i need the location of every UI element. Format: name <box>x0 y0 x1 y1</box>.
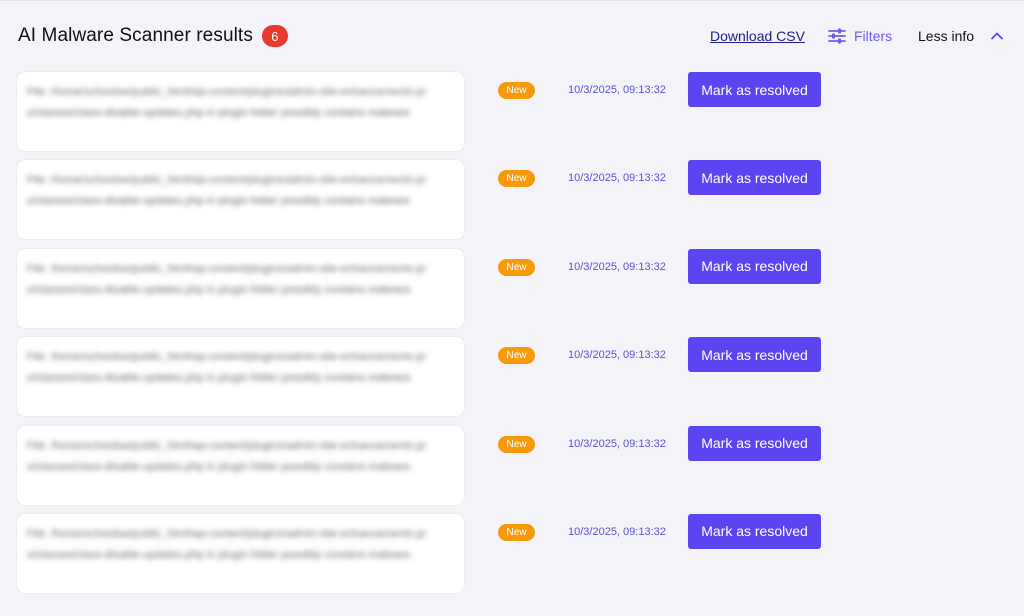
result-timestamp: 10/3/2025, 09:13:32 <box>568 437 666 450</box>
scanner-header: AI Malware Scanner results 6 Download CS… <box>18 20 1008 52</box>
result-row: File: /home/schoolsw/public_html/wp-cont… <box>17 425 1007 514</box>
result-card: File: /home/schoolsw/public_html/wp-cont… <box>17 248 464 328</box>
mark-as-resolved-button[interactable]: Mark as resolved <box>688 248 821 284</box>
result-description: File: /home/schoolsw/public_html/wp-cont… <box>27 86 427 119</box>
less-info-toggle[interactable]: Less info <box>918 20 974 52</box>
result-timestamp: 10/3/2025, 09:13:32 <box>568 172 666 185</box>
result-card: File: /home/schoolsw/public_html/wp-cont… <box>17 513 464 593</box>
status-badge: New <box>498 347 535 365</box>
result-row: File: /home/schoolsw/public_html/wp-cont… <box>17 337 1007 425</box>
result-card: File: /home/schoolsw/public_html/wp-cont… <box>17 160 464 240</box>
mark-as-resolved-button[interactable]: Mark as resolved <box>688 337 821 373</box>
result-timestamp: 10/3/2025, 09:13:32 <box>568 84 666 96</box>
download-csv-link[interactable]: Download CSV <box>710 20 805 52</box>
status-badge: New <box>498 523 535 541</box>
result-row: File: /home/schoolsw/public_html/wp-cont… <box>17 160 1007 248</box>
result-row: File: /home/schoolsw/public_html/wp-cont… <box>17 72 1007 160</box>
result-description: File: /home/schoolsw/public_html/wp-cont… <box>27 351 427 385</box>
status-badge: New <box>498 435 535 453</box>
results-count-badge: 6 <box>261 25 288 47</box>
result-card: File: /home/schoolsw/public_html/wp-cont… <box>17 72 464 151</box>
results-list: File: /home/schoolsw/public_html/wp-cont… <box>17 72 1007 602</box>
top-divider <box>0 0 1024 1</box>
status-badge: New <box>498 170 535 188</box>
result-timestamp: 10/3/2025, 09:13:32 <box>568 349 666 362</box>
sliders-icon <box>828 28 846 44</box>
result-row: File: /home/schoolsw/public_html/wp-cont… <box>17 248 1007 337</box>
mark-as-resolved-button[interactable]: Mark as resolved <box>688 425 821 461</box>
filters-label: Filters <box>854 28 893 44</box>
result-card: File: /home/schoolsw/public_html/wp-cont… <box>17 425 464 505</box>
result-description: File: /home/schoolsw/public_html/wp-cont… <box>27 527 427 561</box>
result-row: File: /home/schoolsw/public_html/wp-cont… <box>17 513 1007 602</box>
result-description: File: /home/schoolsw/public_html/wp-cont… <box>27 439 427 473</box>
mark-as-resolved-button[interactable]: Mark as resolved <box>688 160 821 196</box>
mark-as-resolved-button[interactable]: Mark as resolved <box>688 513 821 549</box>
chevron-up-icon[interactable] <box>990 29 1004 43</box>
mark-as-resolved-button[interactable]: Mark as resolved <box>688 72 821 107</box>
result-timestamp: 10/3/2025, 09:13:32 <box>568 525 666 538</box>
result-description: File: /home/schoolsw/public_html/wp-cont… <box>27 174 427 208</box>
status-badge: New <box>498 258 535 276</box>
status-badge: New <box>498 82 535 99</box>
page-title: AI Malware Scanner results <box>18 25 253 46</box>
result-description: File: /home/schoolsw/public_html/wp-cont… <box>27 262 427 296</box>
filters-button[interactable]: Filters <box>828 20 892 52</box>
title-group: AI Malware Scanner results 6 <box>18 20 288 52</box>
result-card: File: /home/schoolsw/public_html/wp-cont… <box>17 337 464 417</box>
result-timestamp: 10/3/2025, 09:13:32 <box>568 260 666 273</box>
